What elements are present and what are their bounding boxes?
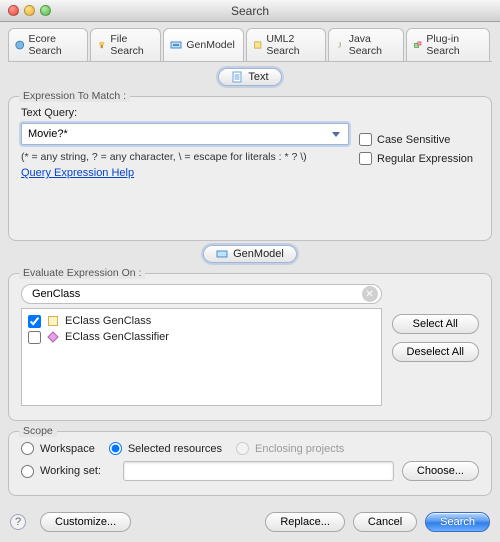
customize-button[interactable]: Customize... [40,512,131,532]
genmodel-icon [170,39,182,51]
help-icon[interactable]: ? [10,514,26,530]
case-sensitive-checkbox-input[interactable] [359,133,372,146]
text-query-input[interactable] [21,123,349,145]
regex-checkbox[interactable]: Regular Expression [359,152,479,165]
tab-label: UML2 Search [266,33,317,57]
scope-workspace-radio[interactable]: Workspace [21,442,95,455]
tab-uml2-search[interactable]: UML2 Search [246,28,326,61]
scope-workingset-label: Working set: [40,465,101,477]
search-button[interactable]: Search [425,512,490,532]
scope-selected-label: Selected resources [128,443,222,455]
workingset-input[interactable] [123,461,394,481]
tab-label: Java Search [349,33,395,57]
ecore-icon [15,39,25,51]
list-item[interactable]: EClass GenClass [28,313,375,329]
tab-label: Plug-in Search [426,33,481,57]
select-all-button[interactable]: Select All [392,314,479,334]
evaluate-group: Evaluate Expression On : ✕ EClass GenCla… [8,273,492,421]
text-pill-label: Text [248,71,268,83]
text-section-pill[interactable]: Text [218,68,281,86]
genmodel-pill-label: GenModel [233,248,284,260]
scope-enclosing-radio: Enclosing projects [236,442,344,455]
evaluate-group-title: Evaluate Expression On : [19,267,145,279]
scope-workspace-radio-input[interactable] [21,442,34,455]
search-tabs: Ecore Search File Search GenModel UML2 S… [8,28,492,62]
list-item-label: EClass GenClass [65,315,151,327]
tab-file-search[interactable]: File Search [90,28,161,61]
replace-button[interactable]: Replace... [265,512,345,532]
expression-group: Expression To Match : Text Query: (* = a… [8,96,492,241]
tab-label: GenModel [186,39,234,51]
evaluate-listbox[interactable]: EClass GenClass EClass GenClassifier [21,308,382,406]
flashlight-icon [97,39,106,51]
plugin-icon [413,39,423,51]
java-icon: J [335,39,345,51]
list-item-checkbox[interactable] [28,331,41,344]
tab-plugin-search[interactable]: Plug-in Search [406,28,490,61]
tab-genmodel[interactable]: GenModel [163,28,243,61]
scope-workingset-radio-input[interactable] [21,465,34,478]
list-item-checkbox[interactable] [28,315,41,328]
scope-workspace-label: Workspace [40,443,95,455]
scope-workingset-radio[interactable]: Working set: [21,465,101,478]
list-item-label: EClass GenClassifier [65,331,169,343]
regex-label: Regular Expression [377,153,473,165]
expression-group-title: Expression To Match : [19,90,130,102]
case-sensitive-label: Case Sensitive [377,134,450,146]
deselect-all-button[interactable]: Deselect All [392,342,479,362]
scope-selected-radio-input[interactable] [109,442,122,455]
scope-enclosing-radio-input [236,442,249,455]
window-title: Search [0,4,500,18]
scope-group: Scope Workspace Selected resources Enclo… [8,431,492,496]
tab-java-search[interactable]: J Java Search [328,28,404,61]
regex-checkbox-input[interactable] [359,152,372,165]
dialog-footer: ? Customize... Replace... Cancel Search [0,504,500,542]
eclassifier-icon [47,331,59,343]
text-query-label: Text Query: [21,107,349,119]
title-bar: Search [0,0,500,22]
query-help-link[interactable]: Query Expression Help [21,167,134,179]
scope-enclosing-label: Enclosing projects [255,443,344,455]
evaluate-filter-input[interactable] [21,284,382,304]
document-icon [231,71,243,83]
clear-filter-icon[interactable]: ✕ [362,286,378,302]
tab-label: Ecore Search [29,33,79,57]
scope-selected-radio[interactable]: Selected resources [109,442,222,455]
choose-workingset-button[interactable]: Choose... [402,461,479,481]
list-item[interactable]: EClass GenClassifier [28,329,375,345]
tab-label: File Search [110,33,152,57]
scope-group-title: Scope [19,425,57,437]
query-hint: (* = any string, ? = any character, \ = … [21,151,349,163]
genmodel-section-pill[interactable]: GenModel [203,245,297,263]
tab-ecore-search[interactable]: Ecore Search [8,28,88,61]
cancel-button[interactable]: Cancel [353,512,417,532]
eclass-icon [47,315,59,327]
genmodel-icon [216,248,228,260]
uml2-icon [253,39,263,51]
svg-text:J: J [339,41,342,49]
case-sensitive-checkbox[interactable]: Case Sensitive [359,133,479,146]
